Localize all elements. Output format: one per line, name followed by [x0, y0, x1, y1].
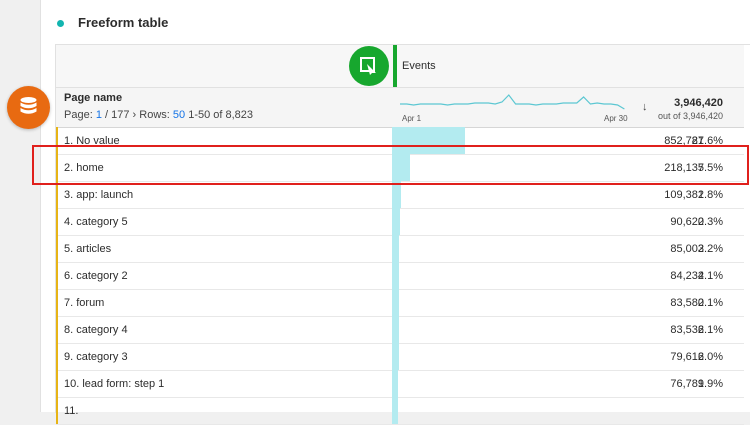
panel-title[interactable]: Freeform table — [78, 15, 168, 30]
row-value-bar — [392, 208, 400, 235]
table-row[interactable]: 7. forum 83,580 2.1% — [56, 289, 744, 317]
page-total: / 177 — [105, 109, 130, 121]
freeform-panel: Freeform table Events Page name Page: 1 … — [40, 0, 750, 425]
row-marker — [56, 181, 58, 208]
sort-descending-icon[interactable]: ↓ — [642, 101, 648, 113]
column-total-out-of: out of 3,946,420 — [657, 111, 723, 121]
row-value-bar — [392, 397, 399, 424]
metric-column-header[interactable]: Events — [402, 60, 436, 72]
row-percent: 2.3% — [697, 216, 723, 228]
row-label[interactable]: 7. forum — [64, 297, 104, 309]
row-value-bar — [392, 181, 402, 208]
freeform-table: Events Page name Page: 1 / 177 › Rows: 5… — [55, 44, 750, 425]
table-row[interactable]: 6. category 2 84,234 2.1% — [56, 262, 744, 290]
row-label[interactable]: 11. — [64, 405, 78, 417]
table-row[interactable]: 4. category 5 90,620 2.3% — [56, 208, 744, 236]
table-row[interactable]: 3. app: launch 109,381 2.8% — [56, 181, 744, 209]
row-percent: 2.0% — [697, 351, 723, 363]
row-percent: 2.1% — [697, 270, 723, 282]
row-label[interactable]: 4. category 5 — [64, 216, 128, 228]
row-value-bar — [392, 235, 400, 262]
segment-drop-button[interactable] — [349, 46, 389, 86]
dimension-header-row: Page name Page: 1 / 177 › Rows: 50 1-50 … — [56, 88, 744, 128]
next-page-chevron-icon[interactable]: › — [133, 109, 137, 121]
row-value-bar — [392, 316, 400, 343]
sparkline-end-label: Apr 30 — [604, 114, 628, 123]
row-marker — [56, 262, 58, 289]
row-label[interactable]: 3. app: launch — [64, 189, 133, 201]
row-marker — [56, 370, 58, 397]
row-label[interactable]: 5. articles — [64, 243, 111, 255]
table-row[interactable]: 5. articles 85,003 2.2% — [56, 235, 744, 263]
table-row[interactable]: 9. category 3 79,616 2.0% — [56, 343, 744, 371]
table-row[interactable]: 10. lead form: step 1 76,789 1.9% — [56, 370, 744, 398]
row-label[interactable]: 8. category 4 — [64, 324, 128, 336]
metric-header-row: Events — [56, 45, 744, 88]
row-percent: 2.1% — [697, 324, 723, 336]
row-label[interactable]: 10. lead form: step 1 — [64, 378, 164, 390]
row-value-bar — [392, 343, 399, 370]
row-marker — [56, 289, 58, 316]
row-marker — [56, 397, 58, 424]
page-current-input[interactable]: 1 — [96, 109, 102, 121]
rows-label: Rows: — [139, 109, 170, 121]
row-marker — [56, 235, 58, 262]
sparkline-start-label: Apr 1 — [402, 114, 422, 123]
row-label[interactable]: 6. category 2 — [64, 270, 128, 282]
row-value-bar — [392, 370, 399, 397]
table-row[interactable]: 11. — [56, 397, 744, 425]
column-total: 3,946,420 — [674, 97, 723, 109]
highlight-box — [32, 145, 749, 185]
pagination: Page: 1 / 177 › Rows: 50 1-50 of 8,823 — [64, 109, 253, 121]
column-drag-handle[interactable] — [393, 45, 397, 87]
row-range: 1-50 of 8,823 — [188, 109, 254, 121]
row-percent: 2.2% — [697, 243, 723, 255]
row-label[interactable]: 9. category 3 — [64, 351, 128, 363]
trend-sparkline — [400, 94, 625, 110]
row-marker — [56, 208, 58, 235]
rows-per-page-select[interactable]: 50 — [173, 109, 185, 121]
row-marker — [56, 343, 58, 370]
row-percent: 1.9% — [697, 378, 723, 390]
dimension-name[interactable]: Page name — [64, 92, 122, 104]
panel-status-dot — [57, 20, 64, 27]
row-percent: 2.1% — [697, 297, 723, 309]
segment-database-button[interactable] — [7, 86, 50, 129]
segment-drop-icon — [360, 57, 376, 75]
row-marker — [56, 316, 58, 343]
database-icon — [20, 97, 37, 114]
page-label: Page: — [64, 109, 93, 121]
row-percent: 2.8% — [697, 189, 723, 201]
table-row[interactable]: 8. category 4 83,536 2.1% — [56, 316, 744, 344]
row-value-bar — [392, 289, 400, 316]
panel-header: Freeform table — [41, 0, 750, 44]
row-value-bar — [392, 262, 400, 289]
